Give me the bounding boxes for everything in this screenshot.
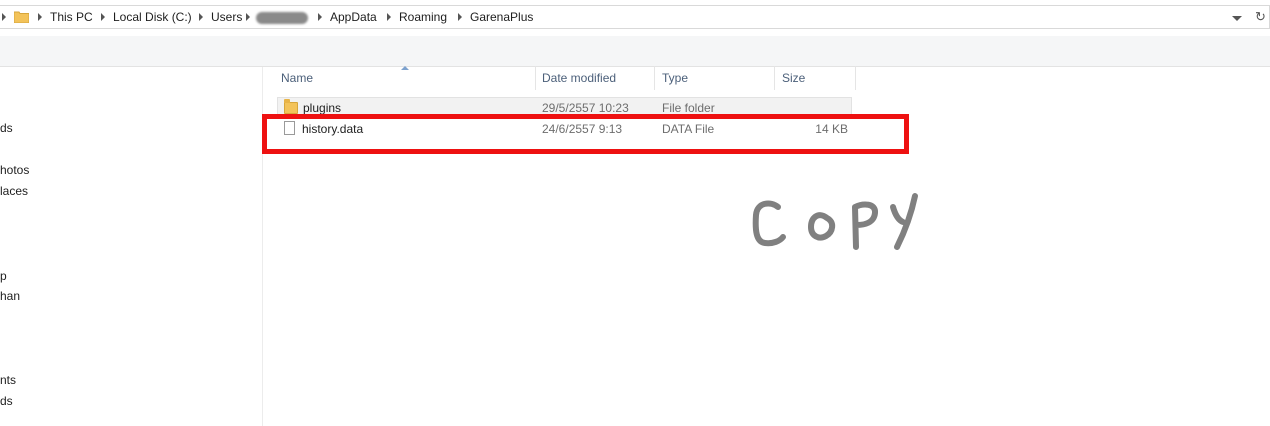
nav-item-places[interactable]: laces [0,184,28,198]
navigation-pane[interactable]: ds hotos laces p han nts ds [0,67,263,426]
column-header-date-modified[interactable]: Date modified [534,66,655,90]
annotation-highlight-box [262,114,909,154]
handwritten-annotation [745,185,930,260]
breadcrumb-separator-icon[interactable] [246,12,252,22]
breadcrumb-appdata[interactable]: AppData [330,10,377,24]
nav-item-downloads[interactable]: ds [0,121,13,135]
redacted-username [256,12,308,24]
back-chevron-icon[interactable] [2,12,8,22]
nav-item-user[interactable]: han [0,289,20,303]
breadcrumb-separator-icon[interactable] [318,12,324,22]
file-date: 29/5/2557 10:23 [542,101,629,115]
column-header-size[interactable]: Size [774,66,856,90]
nav-item-downloads-2[interactable]: ds [0,394,13,408]
nav-item-documents[interactable]: nts [0,373,16,387]
breadcrumb-separator-icon[interactable] [199,12,205,22]
breadcrumb-separator-icon[interactable] [387,12,393,22]
toolbar [0,36,1270,67]
breadcrumb-local-disk[interactable]: Local Disk (C:) [113,10,192,24]
address-bar: This PC Local Disk (C:) Users AppData Ro… [0,0,1270,34]
folder-icon [13,10,30,24]
folder-icon [284,99,298,114]
nav-item-photos[interactable]: hotos [0,163,29,177]
breadcrumb-separator-icon[interactable] [458,12,464,22]
nav-item-desktop[interactable]: p [0,269,7,283]
breadcrumb-separator-icon[interactable] [38,12,44,22]
breadcrumb-users[interactable]: Users [211,10,242,24]
column-header-name[interactable]: Name [273,66,536,90]
chevron-down-icon[interactable] [1230,11,1244,25]
breadcrumb-this-pc[interactable]: This PC [50,10,93,24]
breadcrumb-separator-icon[interactable] [101,12,107,22]
breadcrumb-garenaplus[interactable]: GarenaPlus [470,10,533,24]
address-field[interactable]: This PC Local Disk (C:) Users AppData Ro… [0,5,1270,29]
file-type: File folder [662,101,715,115]
refresh-icon[interactable]: ↻ [1255,9,1266,25]
column-header-type[interactable]: Type [654,66,775,90]
breadcrumb-roaming[interactable]: Roaming [399,10,447,24]
file-name: plugins [303,101,342,115]
